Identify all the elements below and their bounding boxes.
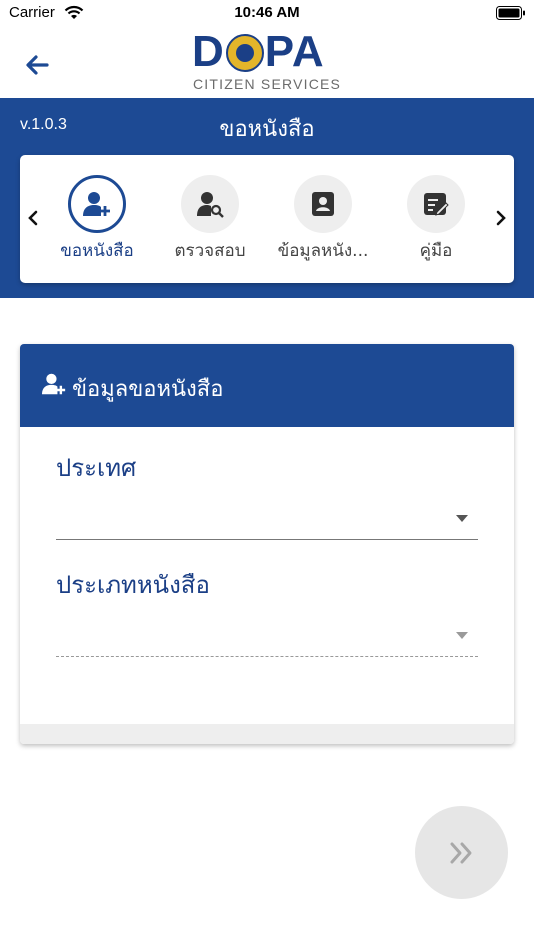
form-header: ข้อมูลขอหนังสือ xyxy=(20,344,514,427)
tab-carousel: ขอหนังสือ ตรวจสอบ ข้อมูลหนัง... คู่มือ xyxy=(20,155,514,283)
app-header: D PA CITIZEN SERVICES xyxy=(0,28,534,98)
page-title: ขอหนังสือ xyxy=(219,117,315,142)
tab-document-info[interactable]: ข้อมูลหนัง... xyxy=(267,175,379,264)
next-button[interactable] xyxy=(415,806,508,899)
double-chevron-right-icon xyxy=(450,842,472,864)
tab-label: ข้อมูลหนัง... xyxy=(277,241,369,261)
logo-subtitle: CITIZEN SERVICES xyxy=(193,76,342,92)
form-title: ข้อมูลขอหนังสือ xyxy=(72,377,224,402)
document-type-select[interactable] xyxy=(56,617,478,657)
user-search-icon xyxy=(197,192,224,218)
caret-down-icon xyxy=(456,632,468,639)
status-bar: Carrier 10:46 AM xyxy=(0,0,534,28)
logo-seal-icon xyxy=(226,34,264,72)
request-form-card: ข้อมูลขอหนังสือ ประเทศ ประเภทหนังสือ xyxy=(20,344,514,744)
country-label: ประเทศ xyxy=(56,454,137,482)
tab-label: ขอหนังสือ xyxy=(60,241,134,261)
logo-letters-pa: PA xyxy=(264,27,325,76)
back-button[interactable] xyxy=(22,50,52,80)
chevron-left-icon xyxy=(28,210,38,226)
tab-manual[interactable]: คู่มือ xyxy=(380,175,492,264)
tab-check-status[interactable]: ตรวจสอบ xyxy=(154,175,266,264)
country-select[interactable] xyxy=(56,500,478,540)
document-type-label: ประเภทหนังสือ xyxy=(56,571,210,599)
user-add-icon xyxy=(83,192,110,216)
hero-banner: v.1.0.3 ขอหนังสือ ขอหนังสือ ตรวจสอบ ข้อม… xyxy=(0,98,534,298)
tab-label: ตรวจสอบ xyxy=(174,241,246,261)
edit-note-icon xyxy=(424,193,449,216)
carousel-next-button[interactable] xyxy=(492,207,510,229)
caret-down-icon xyxy=(456,515,468,522)
battery-icon xyxy=(496,6,526,25)
tab-label: คู่มือ xyxy=(419,241,453,261)
dopa-logo: D PA CITIZEN SERVICES xyxy=(192,30,344,96)
user-add-icon xyxy=(42,372,66,400)
clock: 10:46 AM xyxy=(234,4,300,21)
chevron-right-icon xyxy=(496,210,506,226)
carousel-prev-button[interactable] xyxy=(24,207,42,229)
arrow-left-icon xyxy=(26,55,49,75)
logo-letter-d: D xyxy=(192,27,225,76)
tab-request-document[interactable]: ขอหนังสือ xyxy=(41,175,153,264)
form-footer xyxy=(20,724,514,744)
contact-card-icon xyxy=(312,192,334,216)
